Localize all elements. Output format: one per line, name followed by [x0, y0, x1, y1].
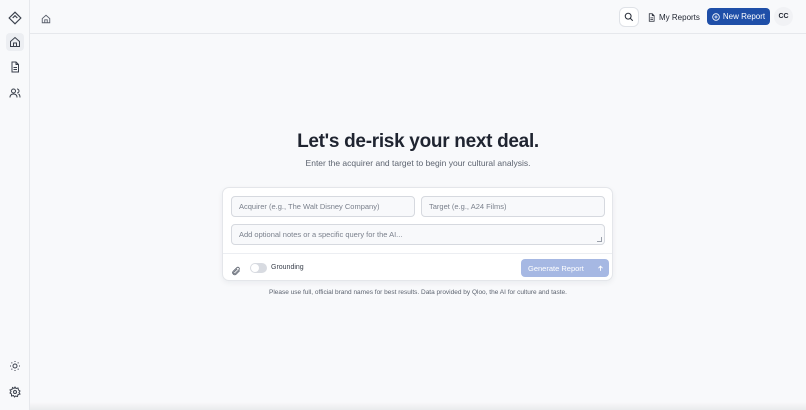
generate-report-button[interactable]: Generate Report — [521, 259, 609, 277]
notes-textarea[interactable]: Add optional notes or a specific query f… — [231, 224, 605, 245]
generate-report-label: Generate Report — [528, 263, 584, 273]
document-icon — [648, 12, 655, 22]
target-placeholder: Target (e.g., A24 Films) — [429, 202, 507, 211]
grounding-toggle[interactable] — [250, 263, 267, 273]
search-icon — [624, 12, 634, 22]
avatar[interactable]: CC — [774, 7, 793, 26]
home-icon[interactable] — [6, 33, 24, 51]
target-input[interactable]: Target (e.g., A24 Films) — [421, 196, 605, 217]
arrow-up-icon — [598, 265, 603, 271]
page-title: Let's de-risk your next deal. — [297, 131, 539, 152]
search-button[interactable] — [619, 7, 639, 27]
bottom-shadow — [30, 402, 806, 410]
sidebar — [0, 0, 30, 410]
plus-circle-icon — [712, 12, 720, 21]
resize-handle[interactable] — [597, 237, 602, 242]
grounding-label: Grounding — [271, 264, 304, 271]
users-icon[interactable] — [7, 85, 23, 101]
paperclip-icon[interactable] — [231, 263, 241, 276]
document-icon[interactable] — [7, 59, 23, 75]
report-form-card: Acquirer (e.g., The Walt Disney Company)… — [222, 187, 613, 281]
new-report-button[interactable]: New Report — [707, 8, 770, 25]
sun-icon[interactable] — [7, 358, 23, 374]
my-reports-label: My Reports — [659, 12, 700, 22]
card-divider — [223, 253, 612, 254]
top-bar: My Reports New Report CC — [30, 0, 806, 34]
acquirer-placeholder: Acquirer (e.g., The Walt Disney Company) — [239, 202, 380, 211]
breadcrumb-home-icon[interactable] — [41, 11, 53, 24]
acquirer-input[interactable]: Acquirer (e.g., The Walt Disney Company) — [231, 196, 415, 217]
page-subtitle: Enter the acquirer and target to begin y… — [305, 158, 531, 168]
new-report-label: New Report — [722, 12, 766, 21]
logo-diamond-icon[interactable] — [7, 10, 23, 26]
toggle-knob — [251, 264, 259, 272]
gear-icon[interactable] — [7, 384, 23, 400]
my-reports-link[interactable]: My Reports — [647, 9, 700, 25]
notes-placeholder: Add optional notes or a specific query f… — [239, 230, 403, 239]
footnote: Please use full, official brand names fo… — [269, 289, 567, 296]
